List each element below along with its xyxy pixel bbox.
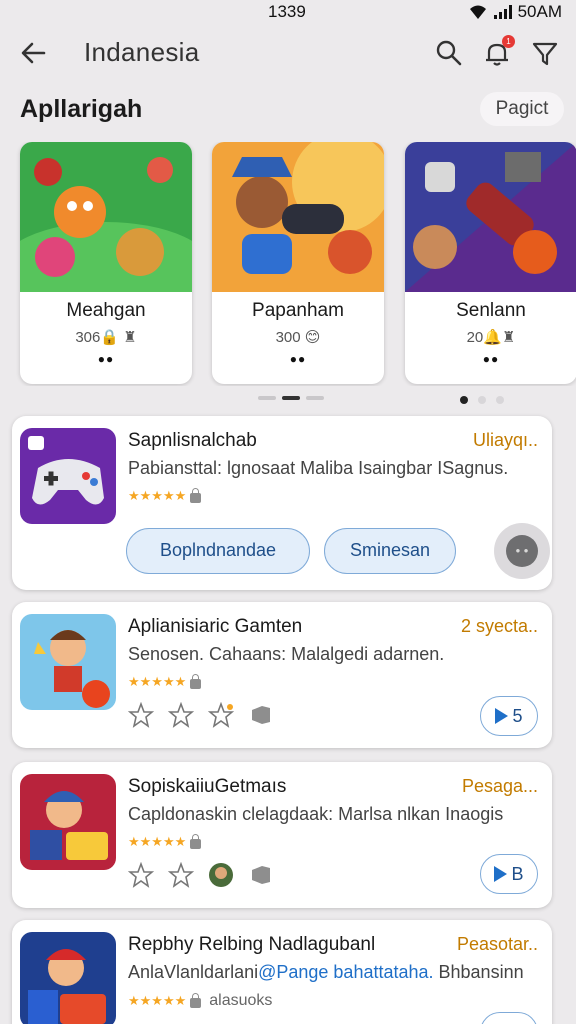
lock-icon: [190, 673, 202, 689]
star-outline-icon: [128, 862, 154, 888]
notification-badge: 1: [502, 35, 515, 48]
app-icon-image: [20, 932, 116, 1024]
back-arrow-icon[interactable]: [18, 38, 48, 68]
card-title: Papanham: [252, 300, 344, 321]
rating-stars: ★★★★★: [128, 673, 202, 690]
lock-icon: [190, 992, 202, 1008]
card-dots: ●●: [97, 352, 115, 366]
play-icon: [494, 866, 508, 882]
item-title: Repbhy Relbing Nadlagubanl: [128, 934, 376, 955]
app-icon-image: [20, 774, 116, 870]
item-title: SopiskaiiuGetmaıs: [128, 776, 287, 797]
feature-icons: [128, 702, 274, 728]
feature-icons: [128, 862, 274, 888]
card-title: Senlann: [456, 300, 526, 321]
play-button[interactable]: B: [480, 854, 538, 894]
status-icons: 50AM: [468, 2, 562, 22]
item-description: Pabiansttal: lgnosaat Maliba Isaingbar I…: [128, 458, 509, 478]
card-meta: 306🔒 ♜: [75, 329, 137, 346]
play-button[interactable]: 5: [480, 696, 538, 736]
status-time: 1339: [268, 2, 306, 21]
emoji-icon: • •: [506, 535, 538, 567]
section-chip[interactable]: Pagict: [480, 92, 564, 126]
list-item[interactable]: SopiskaiiuGetmaıs Pesaga... Capldonaskin…: [12, 762, 552, 908]
app-icon-image: [20, 428, 116, 524]
secondary-action-button[interactable]: Sminesan: [324, 528, 456, 574]
app-icon-image: [20, 614, 116, 710]
featured-card[interactable]: Meahgan 306🔒 ♜ ●●: [20, 142, 192, 384]
play-button[interactable]: [480, 1012, 538, 1024]
wifi-icon: [469, 5, 486, 19]
card-dots: ●●: [482, 352, 500, 366]
list-item[interactable]: Aplianisiaric Gamten 2 syecta.. Senosen.…: [12, 602, 552, 748]
tag-icon: [252, 706, 270, 724]
carousel-pager: [258, 396, 324, 400]
item-title: Sapnlisnalchab: [128, 430, 257, 451]
rating-stars: ★★★★★ alasuoks: [128, 992, 273, 1009]
lock-icon: [190, 833, 202, 849]
list-item[interactable]: Repbhy Relbing Nadlagubanl Peasotar.. An…: [12, 920, 552, 1024]
star-sparkle-icon: [208, 702, 234, 728]
filter-icon[interactable]: [530, 38, 560, 68]
status-clock: 50AM: [517, 2, 562, 21]
rating-stars: ★★★★★: [128, 833, 202, 850]
page-title: Indanesia: [84, 37, 200, 67]
item-description: Senosen. Cahaans: Malalgedi adarnen.: [128, 644, 445, 664]
item-tag: 2 syecta..: [460, 616, 538, 636]
more-button[interactable]: • •: [494, 523, 550, 579]
rating-extra: alasuoks: [209, 992, 273, 1009]
game-artwork-image: [405, 142, 576, 292]
status-bar: 1339 50AM: [0, 0, 576, 26]
lock-icon: [190, 487, 202, 503]
top-app-bar: Indanesia 1: [0, 30, 576, 76]
featured-carousel[interactable]: Meahgan 306🔒 ♜ ●● Papanham 300 😊 ●● Senl…: [0, 142, 576, 386]
section-heading: Apllarigah: [20, 95, 143, 123]
character-avatar-icon: [209, 863, 233, 887]
star-outline-icon: [168, 862, 194, 888]
star-outline-icon: [128, 702, 154, 728]
play-icon: [495, 708, 509, 724]
featured-card[interactable]: Senlann 20🔔♜ ●●: [405, 142, 576, 384]
star-outline-icon: [168, 702, 194, 728]
search-icon[interactable]: [434, 38, 464, 68]
item-title: Aplianisiaric Gamten: [128, 616, 303, 637]
item-tag: Peasotar..: [456, 934, 538, 954]
list-item[interactable]: Sapnlisnalchab Uliayqı.. Pabiansttal: lg…: [12, 416, 552, 590]
primary-action-button[interactable]: Boplndnandae: [126, 528, 310, 574]
item-description: AnlaVlanldarlani@Pange bahattataha. Bhba…: [128, 962, 524, 982]
card-dots: ●●: [289, 352, 307, 366]
card-title: Meahgan: [66, 300, 146, 321]
game-artwork-image: [212, 142, 384, 292]
item-description: Capldonaskin clelagdaak: Marlsa nlkan In…: [128, 804, 504, 824]
item-tag: Pesaga...: [461, 776, 538, 796]
item-tag: Uliayqı..: [472, 430, 538, 450]
rating-stars: ★★★★★: [128, 487, 202, 504]
notifications-button[interactable]: 1: [482, 35, 515, 68]
card-meta: 300 😊: [275, 329, 321, 346]
signal-icon: [493, 5, 512, 19]
tag-icon: [252, 866, 270, 884]
card-meta: 20🔔♜: [466, 329, 516, 346]
featured-card[interactable]: Papanham 300 😊 ●●: [212, 142, 384, 384]
game-artwork-image: [20, 142, 192, 292]
carousel-page-dots: [460, 396, 504, 404]
